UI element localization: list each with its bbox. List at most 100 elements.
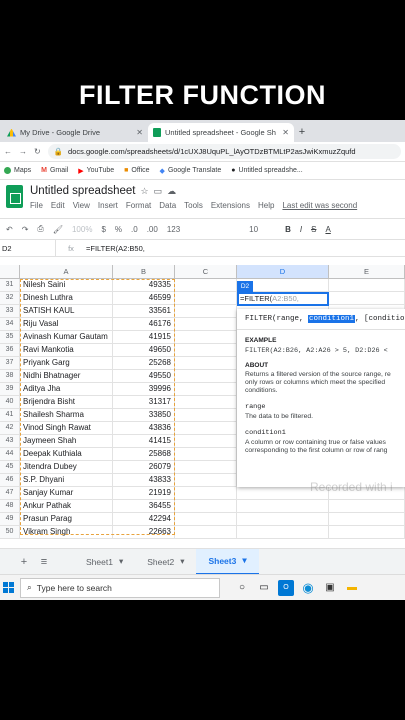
cell-value[interactable]: 43833 bbox=[113, 474, 175, 486]
row-number[interactable]: 38 bbox=[0, 370, 20, 382]
cell-value[interactable]: 39996 bbox=[113, 383, 175, 395]
row-number[interactable]: 39 bbox=[0, 383, 20, 395]
name-box[interactable]: D2 bbox=[0, 240, 56, 256]
cell-empty[interactable] bbox=[175, 370, 237, 382]
menu-extensions[interactable]: Extensions bbox=[211, 201, 250, 210]
cell-value[interactable]: 46599 bbox=[113, 292, 175, 304]
column-header-b[interactable]: B bbox=[113, 265, 175, 278]
cell-empty[interactable] bbox=[175, 318, 237, 330]
cloud-icon[interactable]: ☁ bbox=[167, 186, 176, 197]
sheet-tab-sheet2[interactable]: Sheet2 ▾ bbox=[135, 549, 196, 575]
redo-icon[interactable]: ↷ bbox=[22, 225, 29, 234]
cell-empty[interactable] bbox=[329, 500, 405, 512]
row-number[interactable]: 46 bbox=[0, 474, 20, 486]
active-cell-editor[interactable]: =FILTER(A2:B50, bbox=[237, 292, 329, 306]
cell-value[interactable]: 25268 bbox=[113, 357, 175, 369]
cell-name[interactable]: Vikram Singh bbox=[20, 526, 113, 538]
cell-name[interactable]: Sanjay Kumar bbox=[20, 487, 113, 499]
cell-name[interactable]: Jitendra Dubey bbox=[20, 461, 113, 473]
cell-value[interactable]: 41915 bbox=[113, 331, 175, 343]
sheets-logo-icon[interactable] bbox=[6, 185, 23, 208]
cell-empty[interactable] bbox=[175, 526, 237, 538]
cell-empty[interactable] bbox=[175, 448, 237, 460]
cell-value[interactable]: 26079 bbox=[113, 461, 175, 473]
cell-value[interactable]: 25868 bbox=[113, 448, 175, 460]
cell-empty[interactable] bbox=[175, 331, 237, 343]
outlook-icon[interactable]: O bbox=[278, 579, 294, 596]
cell-empty[interactable] bbox=[329, 526, 405, 538]
zoom-select[interactable]: 100% bbox=[72, 225, 92, 234]
cell-name[interactable]: Vinod Singh Rawat bbox=[20, 422, 113, 434]
forward-icon[interactable]: → bbox=[19, 147, 27, 156]
cell-empty[interactable] bbox=[175, 474, 237, 486]
row-number[interactable]: 35 bbox=[0, 331, 20, 343]
close-icon[interactable]: ✕ bbox=[282, 128, 289, 137]
row-number[interactable]: 37 bbox=[0, 357, 20, 369]
more-formats-button[interactable]: 123 bbox=[167, 225, 180, 234]
cortana-icon[interactable]: ○ bbox=[234, 580, 250, 596]
row-number[interactable]: 47 bbox=[0, 487, 20, 499]
row-number[interactable]: 45 bbox=[0, 461, 20, 473]
menu-format[interactable]: Format bbox=[126, 201, 151, 210]
file-explorer-icon[interactable]: ▬ bbox=[344, 580, 360, 596]
italic-icon[interactable]: I bbox=[300, 225, 302, 234]
bookmark-youtube[interactable]: ▶ YouTube bbox=[78, 167, 114, 175]
cell-value[interactable]: 41415 bbox=[113, 435, 175, 447]
cell-name[interactable]: Nidhi Bhatnager bbox=[20, 370, 113, 382]
cell-empty[interactable] bbox=[175, 357, 237, 369]
row-number[interactable]: 44 bbox=[0, 448, 20, 460]
column-header-c[interactable]: C bbox=[175, 265, 237, 278]
tab-my-drive[interactable]: My Drive - Google Drive ✕ bbox=[2, 123, 148, 142]
cell-empty[interactable] bbox=[237, 526, 329, 538]
row-number[interactable]: 50 bbox=[0, 526, 20, 538]
new-tab-button[interactable]: + bbox=[294, 123, 310, 142]
cell-value[interactable]: 36455 bbox=[113, 500, 175, 512]
cell-empty[interactable] bbox=[237, 513, 329, 525]
bookmark-maps[interactable]: Maps bbox=[4, 167, 31, 174]
move-icon[interactable]: ▭ bbox=[154, 186, 163, 197]
menu-view[interactable]: View bbox=[73, 201, 90, 210]
cell-name[interactable]: Dinesh Luthra bbox=[20, 292, 113, 304]
row-number[interactable]: 32 bbox=[0, 292, 20, 304]
cell-value[interactable]: 43836 bbox=[113, 422, 175, 434]
cell-empty[interactable] bbox=[175, 344, 237, 356]
cell-name[interactable]: Nilesh Saini bbox=[20, 279, 113, 291]
column-header-a[interactable]: A bbox=[20, 265, 113, 278]
cell-empty[interactable] bbox=[175, 422, 237, 434]
cell-value[interactable]: 46176 bbox=[113, 318, 175, 330]
cell-name[interactable]: Jaymeen Shah bbox=[20, 435, 113, 447]
menu-data[interactable]: Data bbox=[159, 201, 176, 210]
sheet-tab-sheet1[interactable]: Sheet1 ▾ bbox=[74, 549, 135, 575]
cell-empty[interactable] bbox=[175, 513, 237, 525]
bold-icon[interactable]: B bbox=[285, 225, 291, 234]
row-number[interactable]: 43 bbox=[0, 435, 20, 447]
cell-empty[interactable] bbox=[329, 513, 405, 525]
cell-empty[interactable] bbox=[175, 461, 237, 473]
undo-icon[interactable]: ↶ bbox=[6, 225, 13, 234]
cell-empty[interactable] bbox=[329, 292, 405, 304]
cell-value[interactable]: 33561 bbox=[113, 305, 175, 317]
row-number[interactable]: 36 bbox=[0, 344, 20, 356]
last-edit-link[interactable]: Last edit was second bbox=[282, 201, 357, 210]
cell-empty[interactable] bbox=[237, 500, 329, 512]
menu-file[interactable]: File bbox=[30, 201, 43, 210]
cell-name[interactable]: Deepak Kuthiala bbox=[20, 448, 113, 460]
select-all-corner[interactable] bbox=[0, 265, 20, 278]
row-number[interactable]: 34 bbox=[0, 318, 20, 330]
doc-title[interactable]: Untitled spreadsheet bbox=[30, 185, 135, 197]
row-number[interactable]: 48 bbox=[0, 500, 20, 512]
cell-value[interactable]: 31317 bbox=[113, 396, 175, 408]
cell-value[interactable]: 33850 bbox=[113, 409, 175, 421]
cell-name[interactable]: Brijendra Bisht bbox=[20, 396, 113, 408]
paint-format-icon[interactable]: 🖌 bbox=[53, 225, 63, 234]
cell-value[interactable]: 21919 bbox=[113, 487, 175, 499]
close-icon[interactable]: ✕ bbox=[136, 128, 143, 137]
cell-name[interactable]: Ankur Pathak bbox=[20, 500, 113, 512]
cell-name[interactable]: Aditya Jha bbox=[20, 383, 113, 395]
text-color-icon[interactable]: A bbox=[325, 225, 330, 234]
cell-name[interactable]: Priyank Garg bbox=[20, 357, 113, 369]
cell-name[interactable]: SATISH KAUL bbox=[20, 305, 113, 317]
cell-name[interactable]: Ravi Mankotia bbox=[20, 344, 113, 356]
row-number[interactable]: 33 bbox=[0, 305, 20, 317]
cell-empty[interactable] bbox=[175, 305, 237, 317]
